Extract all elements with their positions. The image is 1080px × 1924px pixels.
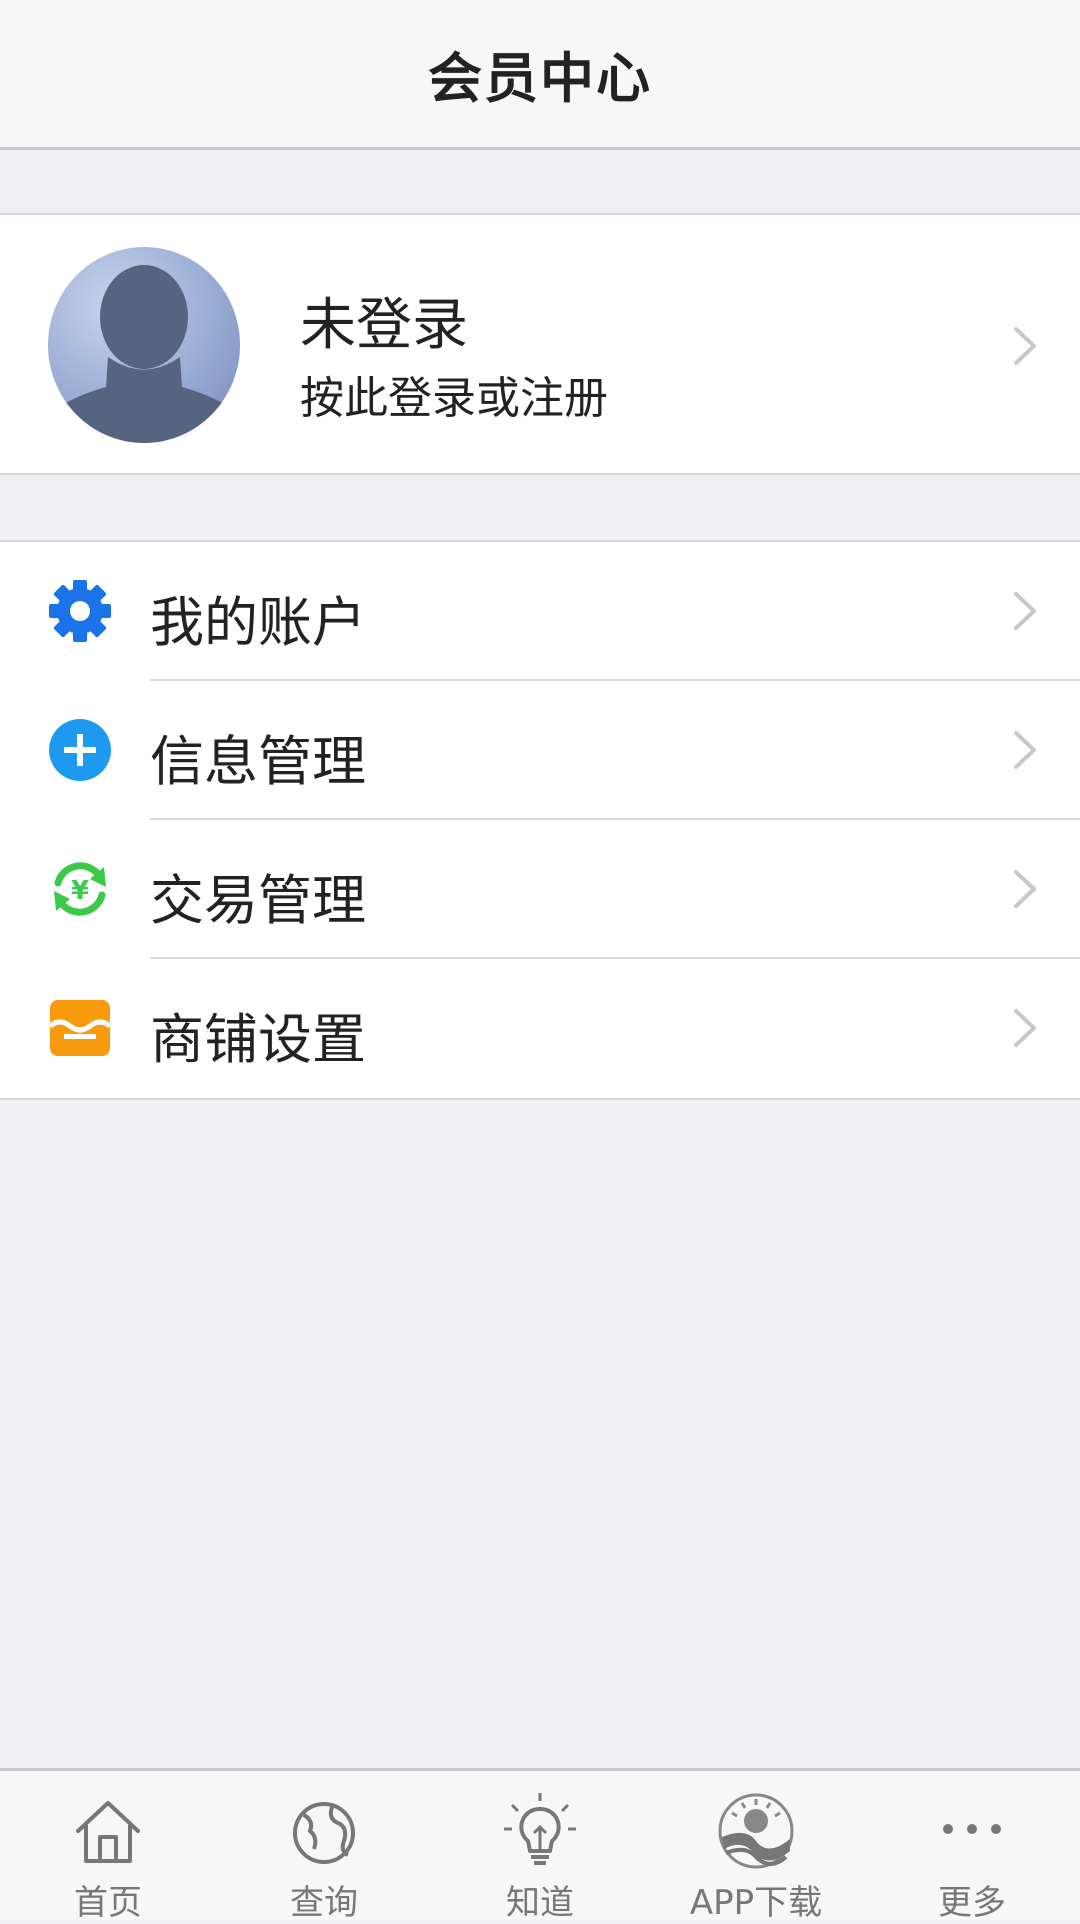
- menu-item-label: 交易管理: [150, 869, 366, 932]
- tab-label: 查询: [290, 1883, 358, 1923]
- lightbulb-icon: [504, 1793, 576, 1865]
- menu-item-account[interactable]: 我的账户: [0, 542, 1080, 681]
- chevron-right-icon: [1014, 1009, 1036, 1047]
- chevron-right-icon: [1014, 870, 1036, 908]
- tab-label: 知道: [506, 1883, 574, 1923]
- tab-app-download[interactable]: APP下载: [648, 1771, 864, 1923]
- tab-label: 更多: [938, 1883, 1006, 1923]
- avatar: [48, 247, 240, 443]
- login-row[interactable]: 未登录 按此登录或注册: [0, 213, 1080, 475]
- yuan-exchange-icon: ¥: [54, 862, 106, 916]
- tab-search[interactable]: 查询: [216, 1771, 432, 1923]
- globe-icon: [293, 1802, 355, 1864]
- tab-more[interactable]: 更多: [864, 1771, 1080, 1923]
- app-logo-icon: [718, 1793, 794, 1869]
- chevron-right-icon: [1014, 592, 1036, 630]
- page-title: 会员中心: [428, 47, 652, 110]
- shop-icon: [48, 1000, 112, 1056]
- menu-list: 我的账户 信息管理 ¥ 交易管理 商铺设置: [0, 540, 1080, 1100]
- menu-item-shop[interactable]: 商铺设置: [0, 959, 1080, 1098]
- tab-know[interactable]: 知道: [432, 1771, 648, 1923]
- menu-item-trade[interactable]: ¥ 交易管理: [0, 820, 1080, 959]
- chevron-right-icon: [1014, 327, 1036, 365]
- menu-item-label: 我的账户: [150, 591, 366, 654]
- svg-text:¥: ¥: [71, 876, 89, 906]
- menu-item-label: 商铺设置: [150, 1008, 366, 1071]
- menu-item-info[interactable]: 信息管理: [0, 681, 1080, 820]
- gear-icon: [49, 580, 111, 642]
- plus-circle-icon: [49, 719, 111, 781]
- home-icon: [76, 1801, 140, 1863]
- tab-label: 首页: [74, 1883, 142, 1923]
- login-hint: 按此登录或注册: [300, 373, 608, 424]
- chevron-right-icon: [1014, 731, 1036, 769]
- more-dots-icon: [943, 1824, 1001, 1834]
- login-status: 未登录: [300, 293, 468, 358]
- tab-label: APP下载: [689, 1883, 823, 1923]
- nav-header: 会员中心: [0, 0, 1080, 150]
- bottom-tab-bar: 首页 查询 知道 APP下载 更多: [0, 1768, 1080, 1923]
- menu-item-label: 信息管理: [150, 730, 366, 793]
- tab-home[interactable]: 首页: [0, 1771, 216, 1923]
